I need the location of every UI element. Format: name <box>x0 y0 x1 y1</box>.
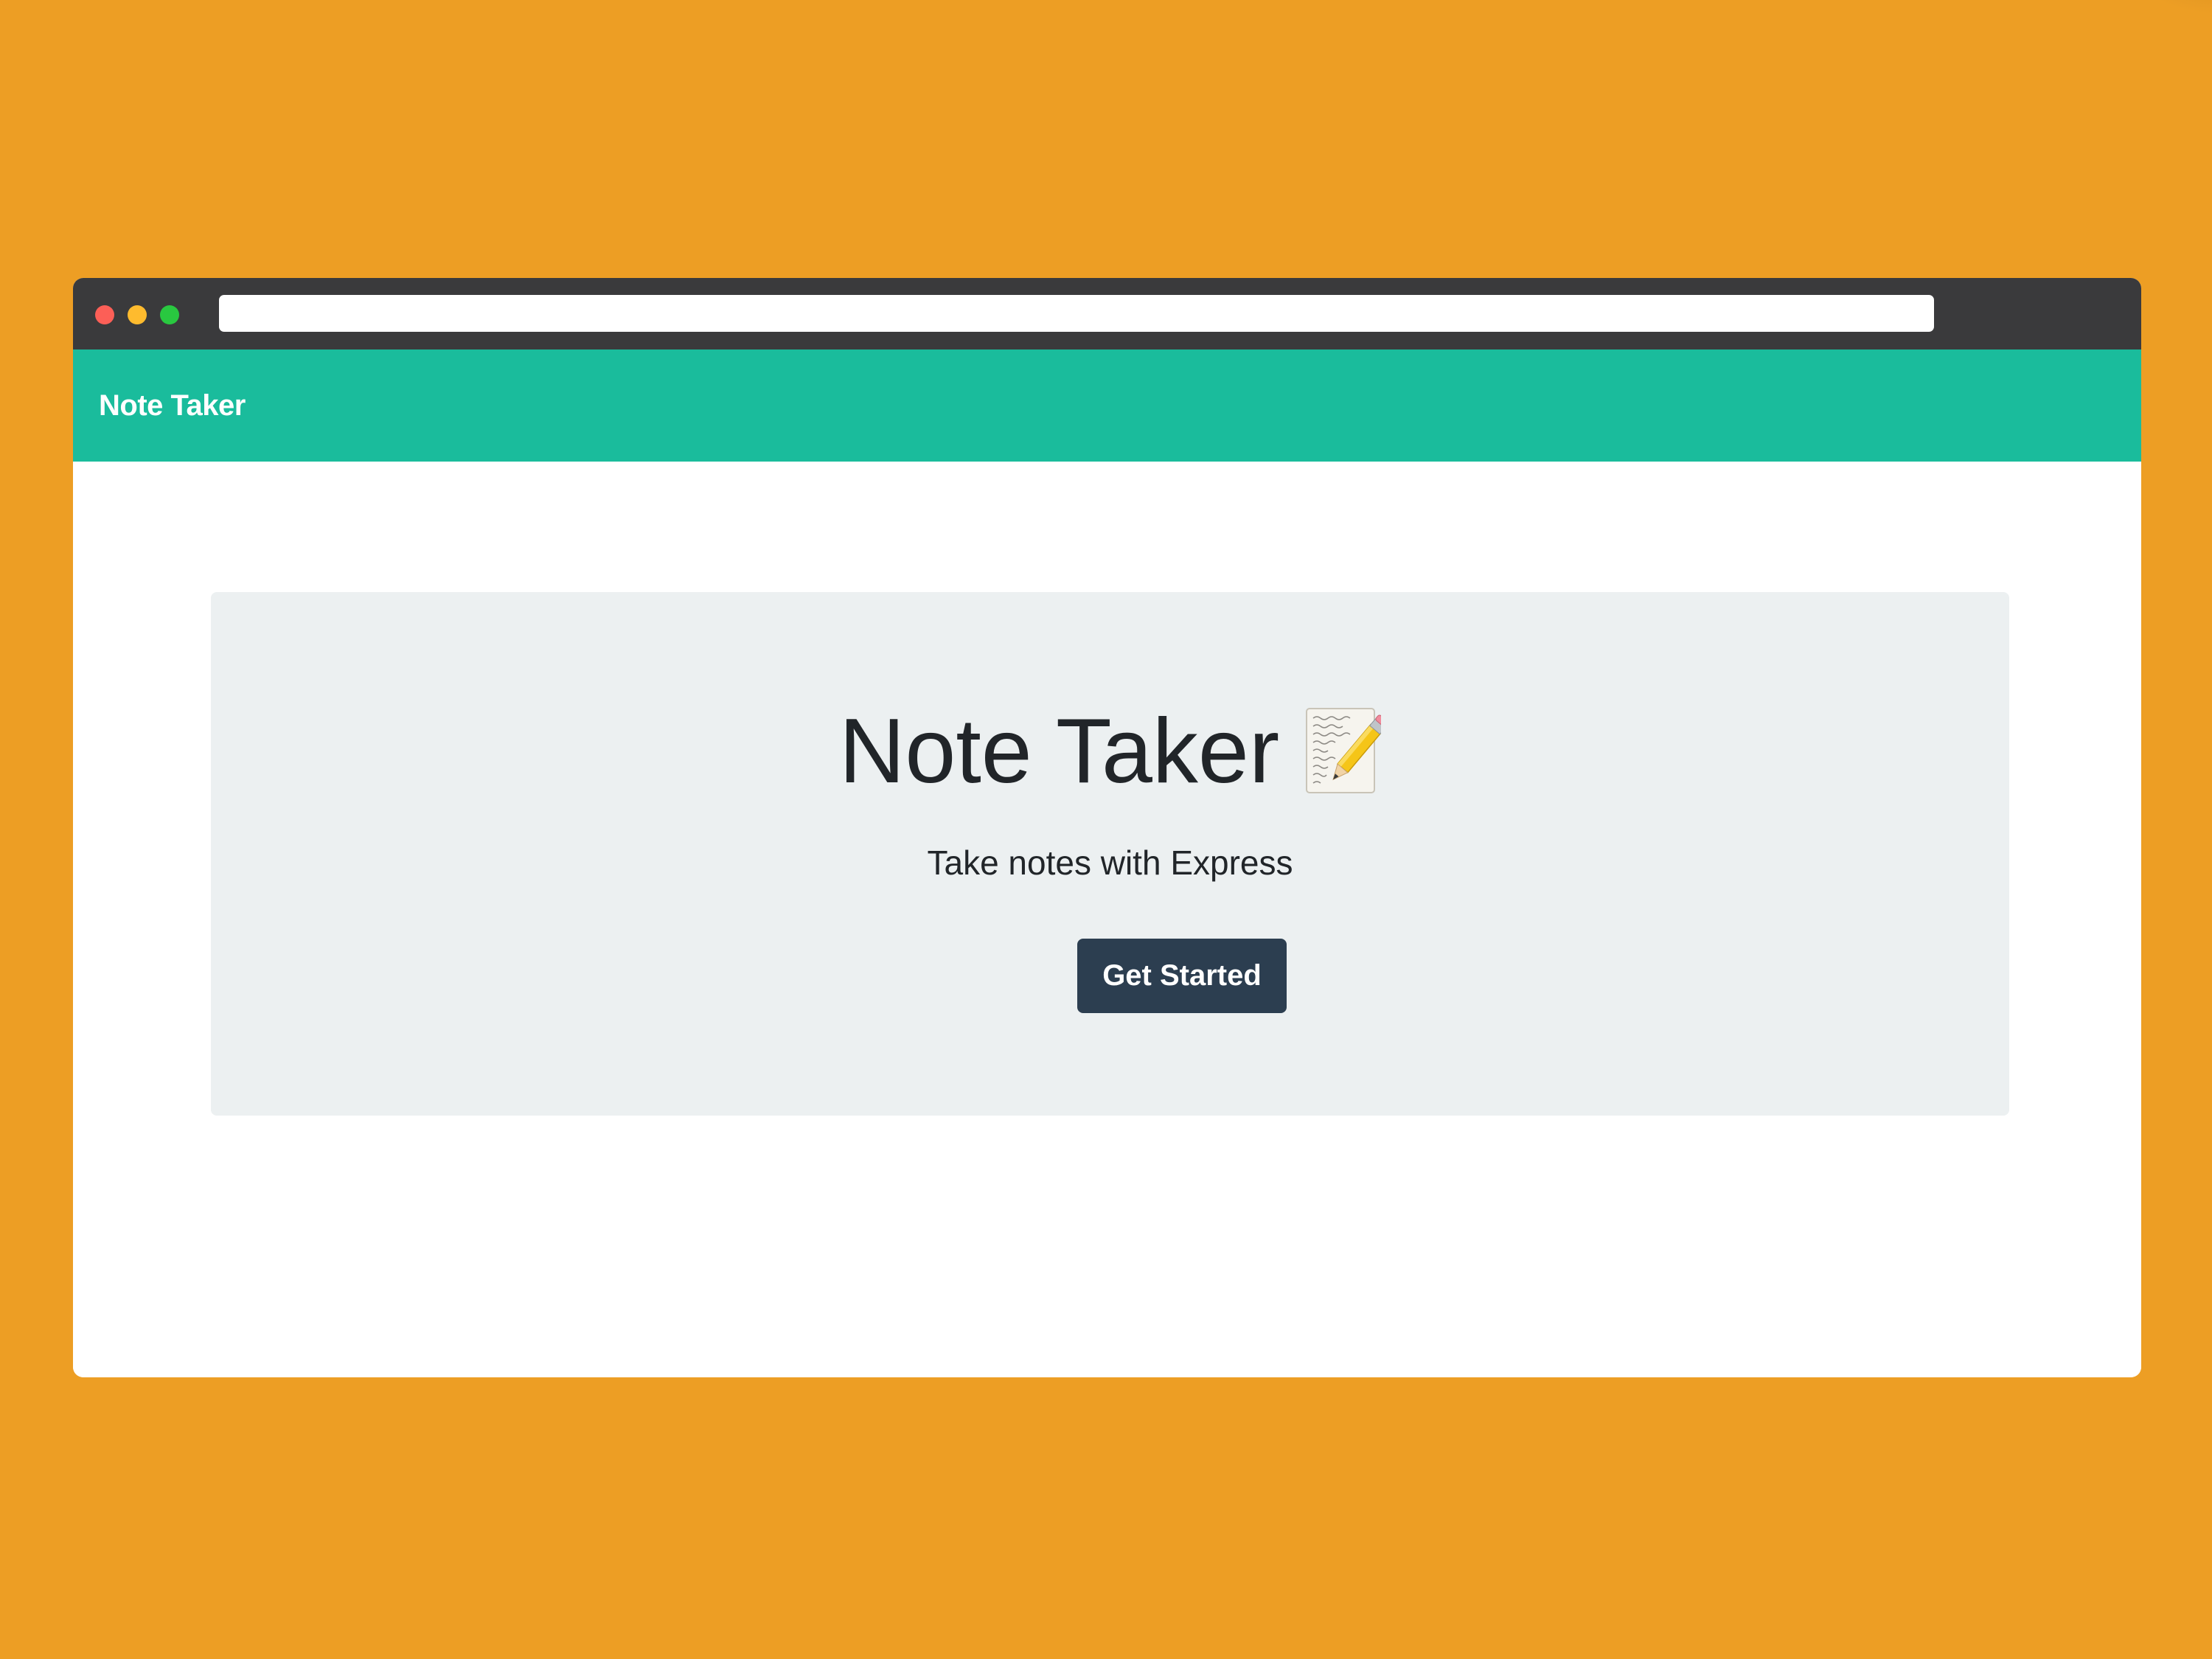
minimize-window-button[interactable] <box>128 305 147 324</box>
get-started-button[interactable]: Get Started <box>1077 939 1287 1013</box>
hero-title: Note Taker <box>838 700 1280 802</box>
desktop-background: Note Taker Note Taker Take notes with Ex… <box>0 0 2212 1659</box>
navbar-brand-link[interactable]: Note Taker <box>99 389 246 422</box>
browser-toolbar <box>73 278 2141 349</box>
hero-title-row: Note Taker <box>211 701 2009 801</box>
hero-panel: Note Taker Take notes with Express Get S… <box>211 592 2009 1116</box>
address-bar[interactable] <box>219 295 1934 332</box>
corner-shadow <box>2124 0 2212 15</box>
memo-icon <box>1304 706 1389 796</box>
page-body: Note Taker Take notes with Express Get S… <box>73 462 2141 1377</box>
hero-subtitle: Take notes with Express <box>927 844 1293 882</box>
maximize-window-button[interactable] <box>160 305 179 324</box>
close-window-button[interactable] <box>95 305 114 324</box>
navbar: Note Taker <box>73 349 2141 462</box>
browser-window: Note Taker Note Taker Take notes with Ex… <box>73 278 2141 1377</box>
